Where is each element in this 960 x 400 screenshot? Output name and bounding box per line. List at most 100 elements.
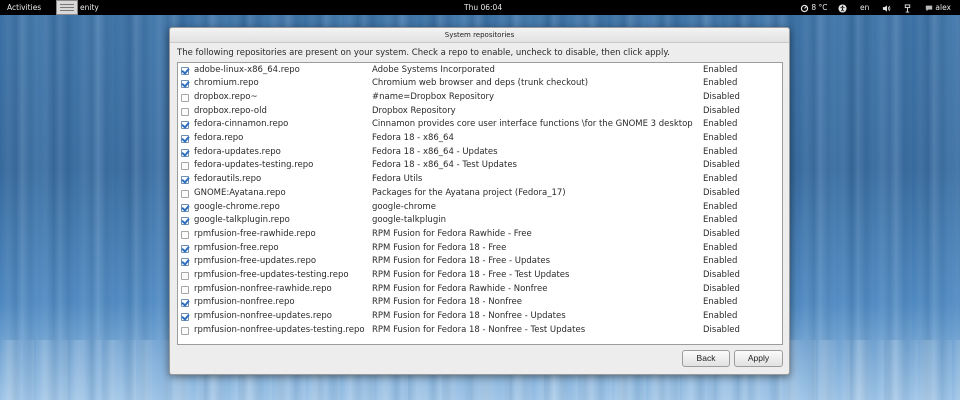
repo-filename: fedorautils.repo bbox=[194, 174, 262, 185]
list-item[interactable]: fedora-updates.repo Fedora 18 - x86_64 - … bbox=[178, 146, 782, 160]
list-item[interactable]: fedora-updates-testing.repo Fedora 18 - x… bbox=[178, 159, 782, 173]
repo-description: Fedora 18 - x86_64 - Test Updates bbox=[372, 160, 517, 171]
repo-status: Disabled bbox=[703, 270, 740, 280]
repo-enable-checkbox[interactable] bbox=[181, 326, 189, 335]
repo-status: Enabled bbox=[703, 133, 738, 143]
activities-button[interactable]: Activities bbox=[7, 0, 41, 15]
repo-enable-checkbox[interactable] bbox=[181, 189, 189, 198]
repo-filename: rpmfusion-free-rawhide.repo bbox=[194, 228, 316, 239]
apply-button[interactable]: Apply bbox=[734, 350, 783, 367]
repo-enable-checkbox[interactable] bbox=[181, 313, 189, 322]
list-item[interactable]: rpmfusion-nonfree-updates.repo RPM Fusion… bbox=[178, 310, 782, 324]
repo-status: Enabled bbox=[703, 297, 738, 308]
temperature-label: 8 °C bbox=[811, 3, 828, 12]
repo-filename: rpmfusion-free.repo bbox=[194, 242, 279, 253]
list-item[interactable]: fedorautils.repo Fedora Utils Enabled bbox=[178, 173, 782, 187]
repo-enable-checkbox[interactable] bbox=[181, 230, 189, 239]
keyboard-layout-indicator[interactable]: en bbox=[860, 0, 869, 15]
repo-description: RPM Fusion for Fedora 18 - Nonfree bbox=[372, 297, 522, 308]
repo-description: RPM Fusion for Fedora 18 - Nonfree - Tes… bbox=[372, 324, 586, 335]
repo-status: Enabled bbox=[703, 174, 738, 185]
repo-filename: rpmfusion-free-updates-testing.repo bbox=[194, 270, 349, 280]
repo-filename: dropbox.repo-old bbox=[194, 105, 267, 116]
repo-description: RPM Fusion for Fedora 18 - Nonfree - Upd… bbox=[372, 311, 566, 322]
repo-status: Disabled bbox=[703, 283, 740, 294]
list-item[interactable]: rpmfusion-nonfree.repo RPM Fusion for Fed… bbox=[178, 296, 782, 310]
repo-description: Packages for the Ayatana project (Fedora… bbox=[372, 187, 566, 198]
accessibility-menu[interactable] bbox=[838, 0, 847, 15]
repo-enable-checkbox[interactable] bbox=[181, 285, 189, 294]
volume-icon bbox=[882, 4, 891, 12]
repo-enable-checkbox[interactable] bbox=[181, 217, 189, 226]
repo-status: Enabled bbox=[703, 119, 738, 130]
repo-description: Dropbox Repository bbox=[372, 105, 456, 116]
repo-enable-checkbox[interactable] bbox=[181, 258, 189, 267]
repo-enable-checkbox[interactable] bbox=[181, 299, 189, 308]
repo-status: Disabled bbox=[703, 91, 740, 102]
repo-enable-checkbox[interactable] bbox=[181, 121, 189, 130]
power-menu[interactable] bbox=[903, 0, 912, 15]
list-item[interactable]: adobe-linux-x86_64.repo Adobe Systems Inc… bbox=[178, 64, 782, 78]
list-item[interactable]: rpmfusion-free-updates-testing.repo RPM F… bbox=[178, 269, 782, 283]
repo-filename: adobe-linux-x86_64.repo bbox=[194, 64, 300, 75]
repo-enable-checkbox[interactable] bbox=[181, 135, 189, 143]
repo-filename: rpmfusion-free-updates.repo bbox=[194, 256, 317, 267]
repo-status: Enabled bbox=[703, 256, 738, 267]
repo-status: Disabled bbox=[703, 160, 740, 171]
back-button[interactable]: Back bbox=[682, 350, 730, 367]
repo-filename: chromium.repo bbox=[194, 78, 259, 89]
list-item[interactable]: fedora-cinnamon.repo Cinnamon provides co… bbox=[178, 118, 782, 132]
repo-status: Disabled bbox=[703, 228, 740, 239]
repo-enable-checkbox[interactable] bbox=[181, 107, 189, 116]
repo-description: Fedora 18 - x86_64 bbox=[372, 133, 454, 143]
repo-enable-checkbox[interactable] bbox=[181, 176, 189, 185]
repo-enable-checkbox[interactable] bbox=[181, 93, 189, 102]
weather-indicator[interactable]: 8 °C bbox=[800, 0, 828, 15]
list-item[interactable]: dropbox.repo~ #name=Dropbox Repository Dis… bbox=[178, 91, 782, 105]
list-item[interactable]: chromium.repo Chromium web browser and de… bbox=[178, 77, 782, 91]
repo-status: Enabled bbox=[703, 201, 738, 212]
list-item[interactable]: rpmfusion-free.repo RPM Fusion for Fedora… bbox=[178, 242, 782, 256]
app-menu-label[interactable]: enity bbox=[80, 0, 99, 15]
repo-filename: rpmfusion-nonfree-rawhide.repo bbox=[194, 283, 332, 294]
repo-enable-checkbox[interactable] bbox=[181, 66, 189, 75]
list-item[interactable]: GNOME:Ayatana.repo Packages for the Ayata… bbox=[178, 187, 782, 201]
repo-filename: dropbox.repo~ bbox=[194, 91, 258, 102]
list-item[interactable]: google-chrome.repo google-chrome Enabled bbox=[178, 201, 782, 215]
repo-enable-checkbox[interactable] bbox=[181, 80, 189, 89]
repo-filename: rpmfusion-nonfree-updates-testing.repo bbox=[194, 324, 365, 335]
app-menu-icon[interactable] bbox=[56, 0, 78, 15]
repository-list[interactable]: adobe-linux-x86_64.repo Adobe Systems Inc… bbox=[177, 62, 783, 345]
system-repositories-dialog: System repositories The following reposi… bbox=[169, 27, 790, 375]
repo-enable-checkbox[interactable] bbox=[181, 162, 189, 171]
repo-filename: fedora-updates-testing.repo bbox=[194, 160, 314, 171]
list-item[interactable]: rpmfusion-nonfree-updates-testing.repo RP… bbox=[178, 324, 782, 338]
plug-icon bbox=[904, 3, 911, 13]
repo-enable-checkbox[interactable] bbox=[181, 203, 189, 212]
list-item[interactable]: google-talkplugin.repo google-talkplugin E… bbox=[178, 214, 782, 228]
list-item[interactable]: rpmfusion-free-updates.repo RPM Fusion fo… bbox=[178, 255, 782, 269]
repo-filename: google-talkplugin.repo bbox=[194, 215, 290, 226]
repo-status: Disabled bbox=[703, 187, 740, 198]
list-item[interactable]: dropbox.repo-old Dropbox Repository Disabl… bbox=[178, 105, 782, 119]
repo-enable-checkbox[interactable] bbox=[181, 272, 189, 280]
list-item[interactable]: rpmfusion-free-rawhide.repo RPM Fusion fo… bbox=[178, 228, 782, 242]
repo-description: RPM Fusion for Fedora 18 - Free - Test U… bbox=[372, 270, 570, 280]
repo-status: Disabled bbox=[703, 105, 740, 116]
list-item[interactable]: rpmfusion-nonfree-rawhide.repo RPM Fusion… bbox=[178, 283, 782, 297]
user-name: alex bbox=[935, 3, 951, 12]
repo-filename: rpmfusion-nonfree-updates.repo bbox=[194, 311, 333, 322]
repo-description: Cinnamon provides core user interface fu… bbox=[372, 119, 693, 130]
repo-filename: GNOME:Ayatana.repo bbox=[194, 187, 286, 198]
dialog-title[interactable]: System repositories bbox=[170, 28, 789, 43]
top-panel: Activities enity Thu 06:04 8 °C en alex bbox=[0, 0, 960, 15]
user-menu[interactable]: alex bbox=[925, 0, 951, 15]
volume-menu[interactable] bbox=[882, 0, 891, 15]
repo-filename: fedora-cinnamon.repo bbox=[194, 119, 289, 130]
repo-description: Chromium web browser and deps (trunk che… bbox=[372, 78, 589, 89]
repo-enable-checkbox[interactable] bbox=[181, 244, 189, 253]
repo-enable-checkbox[interactable] bbox=[181, 148, 189, 157]
list-item[interactable]: fedora.repo Fedora 18 - x86_64 Enabled bbox=[178, 132, 782, 146]
weather-icon bbox=[800, 4, 809, 12]
clock[interactable]: Thu 06:04 bbox=[464, 0, 502, 15]
